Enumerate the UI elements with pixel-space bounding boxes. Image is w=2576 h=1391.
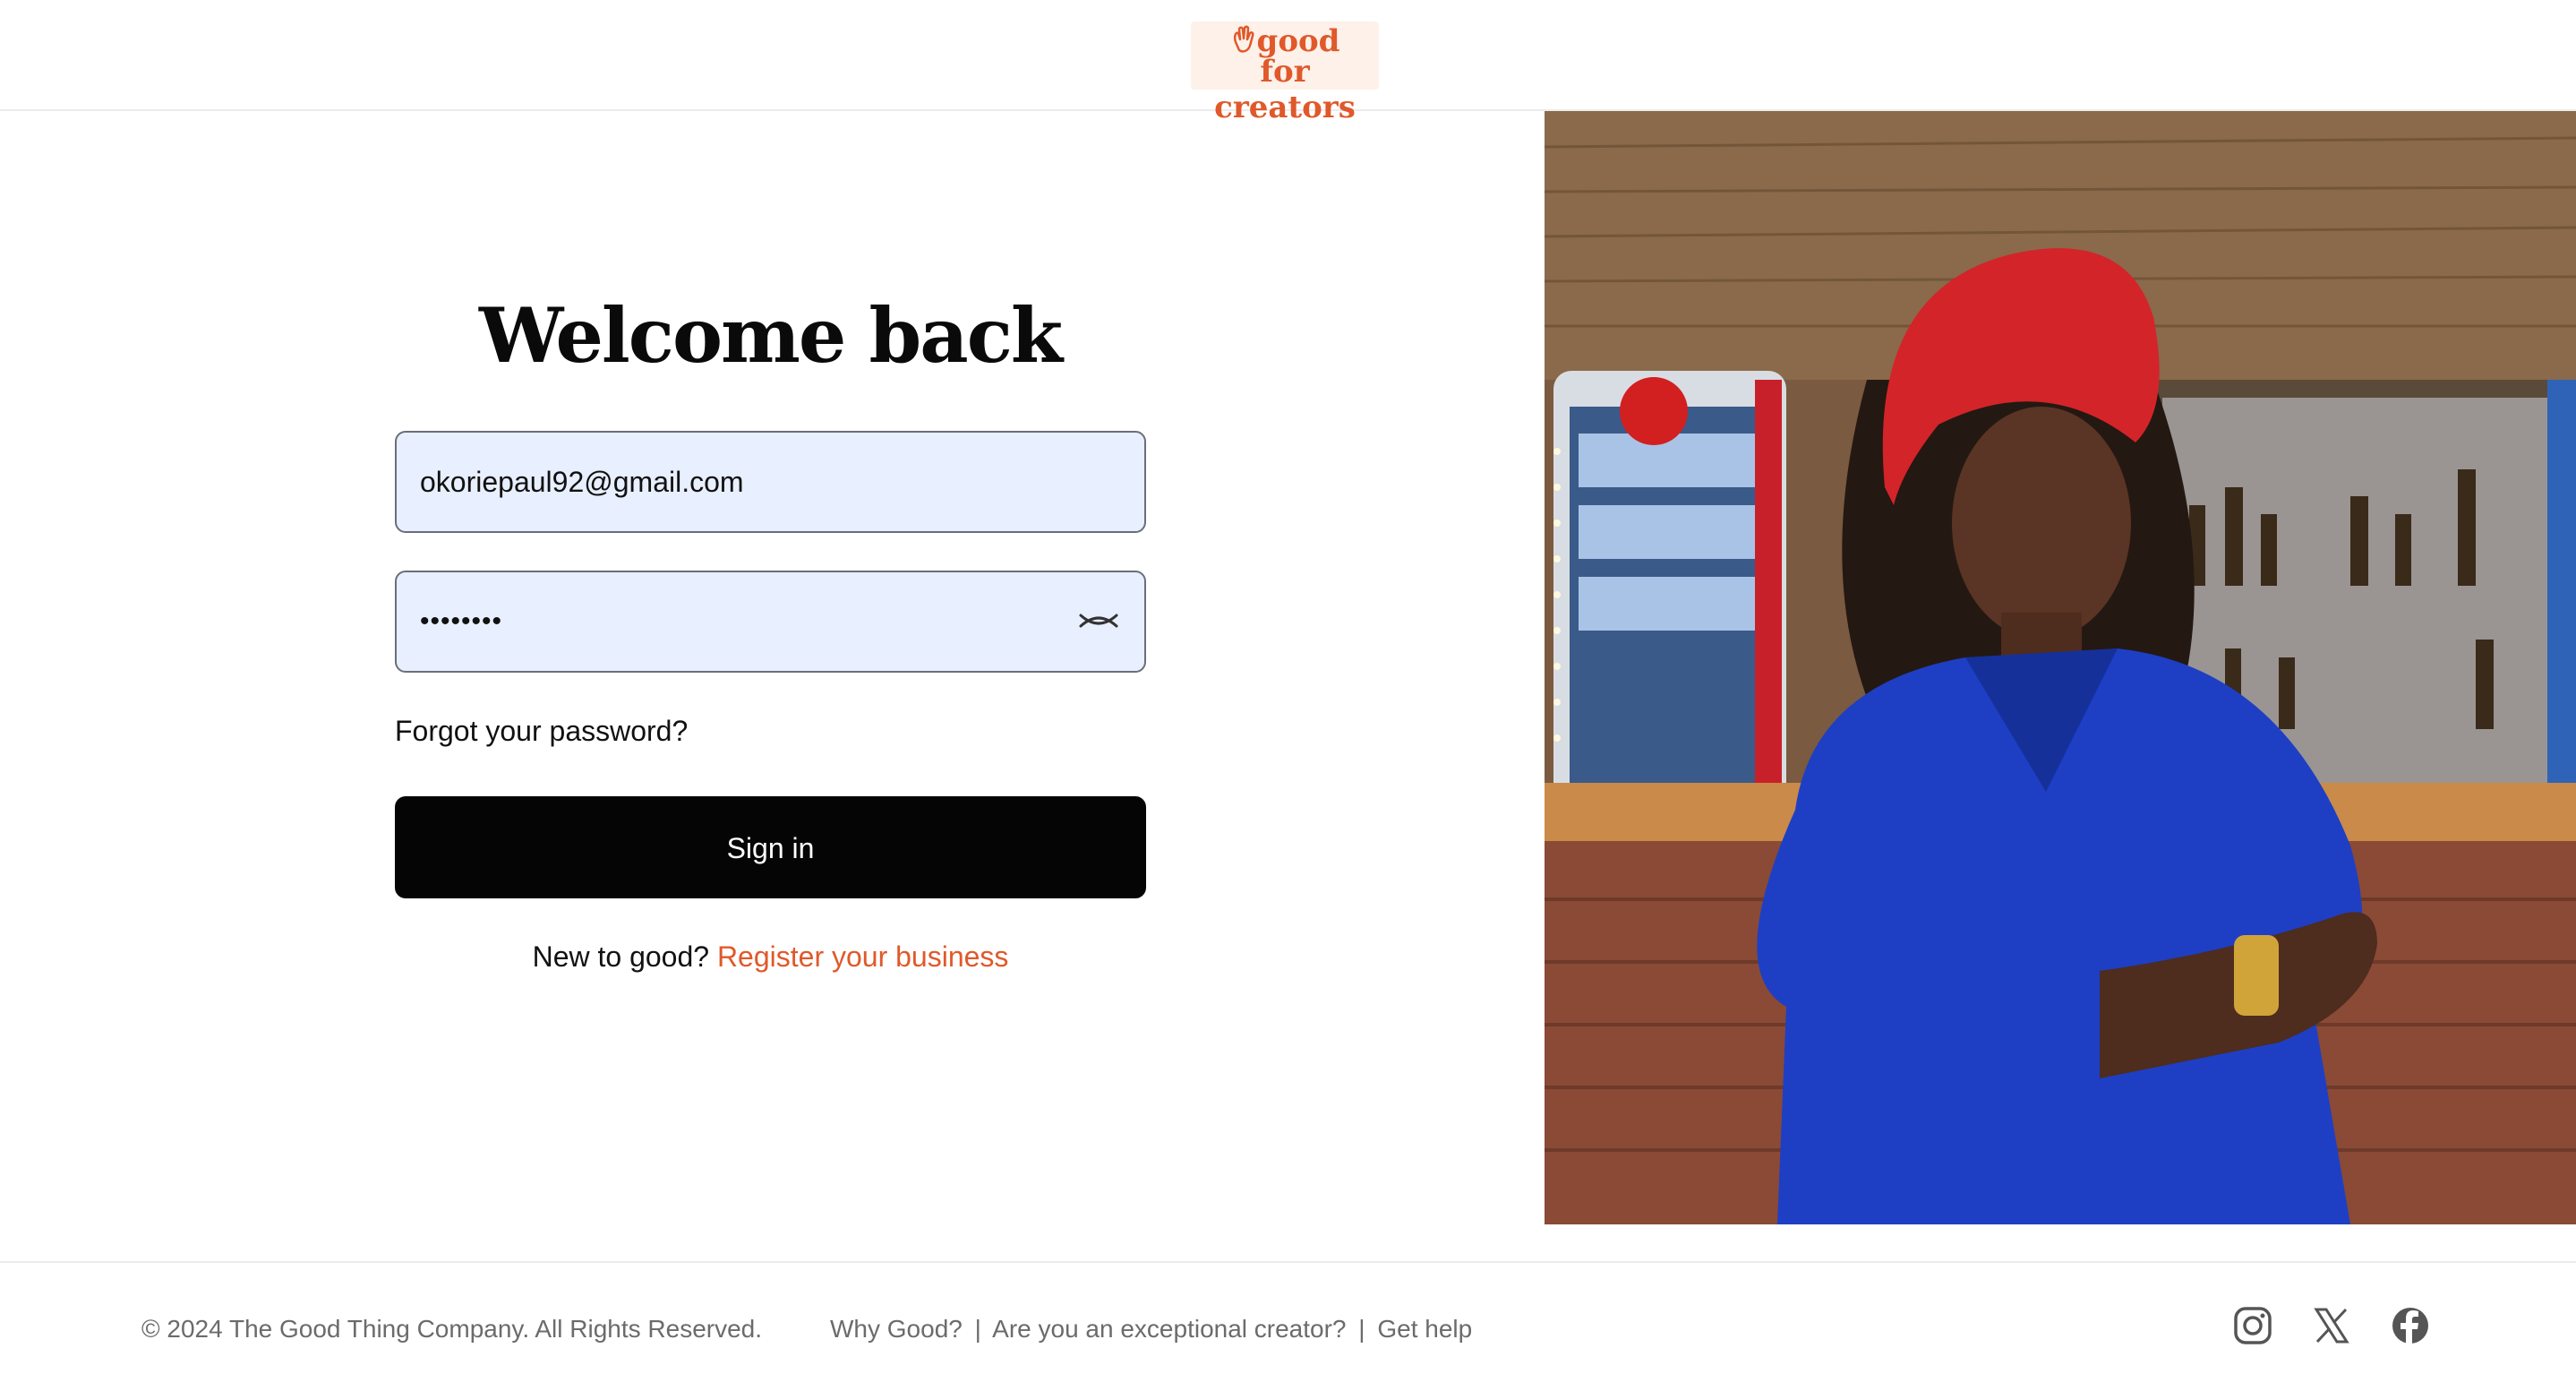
footer-links: Why Good? | Are you an exceptional creat… (830, 1309, 1472, 1349)
footer-separator: | (1358, 1315, 1365, 1343)
forgot-password-link[interactable]: Forgot your password? (395, 709, 688, 752)
footer-link-get-help[interactable]: Get help (1377, 1315, 1472, 1343)
footer-separator: | (974, 1315, 981, 1343)
register-business-link[interactable]: Register your business (717, 940, 1008, 973)
logo-text-line2: for creators (1214, 54, 1356, 125)
hero-photo (1545, 111, 2576, 1224)
footer-link-why-good[interactable]: Why Good? (830, 1315, 963, 1343)
password-field[interactable]: •••••••• (395, 571, 1146, 673)
sign-in-button[interactable]: Sign in (395, 796, 1146, 898)
brand-logo[interactable]: good for creators (1191, 21, 1379, 125)
register-prompt: New to good? Register your business (395, 935, 1146, 978)
top-header: good for creators (0, 0, 2576, 125)
x-icon[interactable] (2311, 1305, 2352, 1346)
instagram-icon[interactable] (2232, 1305, 2273, 1346)
footer-link-exceptional-creator[interactable]: Are you an exceptional creator? (992, 1315, 1346, 1343)
page-title: Welcome back (478, 291, 1063, 380)
email-field[interactable]: okoriepaul92@gmail.com (395, 431, 1146, 533)
new-to-good-text: New to good? (532, 940, 710, 973)
password-value: •••••••• (420, 606, 503, 636)
facebook-icon[interactable] (2390, 1305, 2431, 1346)
copyright-text: © 2024 The Good Thing Company. All Right… (141, 1315, 763, 1343)
hand-icon (1233, 25, 1254, 53)
email-value: okoriepaul92@gmail.com (420, 466, 744, 498)
page-footer: © 2024 The Good Thing Company. All Right… (0, 1261, 2576, 1391)
eye-closed-icon[interactable] (1078, 606, 1119, 637)
